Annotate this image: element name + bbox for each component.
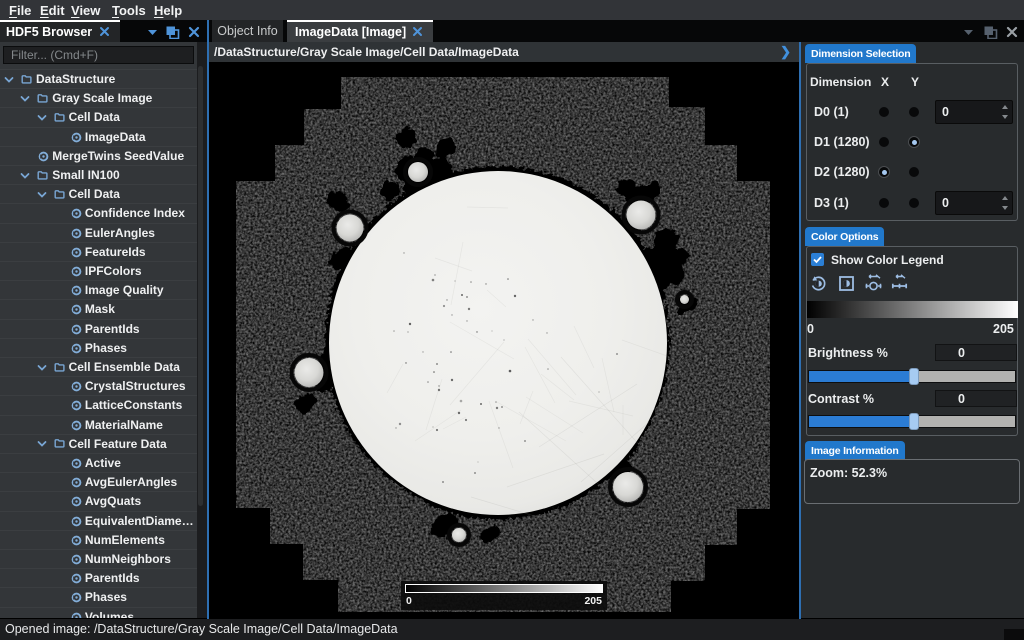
svg-text:205: 205 — [584, 595, 602, 607]
svg-text:0: 0 — [406, 595, 412, 607]
